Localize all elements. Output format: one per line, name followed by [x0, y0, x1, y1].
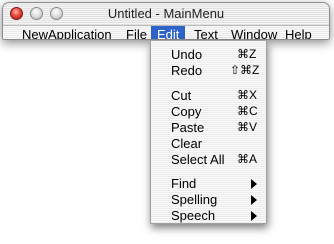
menu-item-label: Clear: [171, 136, 203, 151]
menu-item-find[interactable]: Find: [151, 176, 266, 191]
submenu-arrow-icon: [251, 211, 257, 221]
menu-item-label: Paste: [171, 120, 205, 135]
submenu-arrow-icon: [251, 195, 257, 205]
title-bar[interactable]: Untitled - MainMenu: [3, 3, 329, 25]
menu-text[interactable]: Text: [188, 26, 224, 39]
menu-item-label: Find: [171, 176, 197, 191]
menu-item-select-all[interactable]: Select All ⌘A: [151, 152, 266, 167]
menu-item-label: Speech: [171, 208, 216, 223]
menu-item-paste[interactable]: Paste ⌘V: [151, 120, 266, 135]
app-window: Untitled - MainMenu NewApplication File …: [2, 2, 330, 40]
menu-item-copy[interactable]: Copy ⌘C: [151, 104, 266, 119]
menu-item-label: Spelling: [171, 192, 218, 207]
menu-help[interactable]: Help: [279, 26, 318, 39]
edit-dropdown-menu: Undo ⌘Z Redo ⇧⌘Z Cut ⌘X Copy ⌘C Paste ⌘V…: [150, 41, 267, 224]
shortcut-label: ⌘X: [237, 88, 258, 102]
menu-item-clear[interactable]: Clear: [151, 136, 266, 151]
menu-edit[interactable]: Edit: [151, 26, 186, 39]
menu-item-speech[interactable]: Speech: [151, 208, 266, 223]
shortcut-label: ⌘Z: [237, 47, 257, 61]
shortcut-label: ⇧⌘Z: [230, 63, 260, 77]
menu-newapplication[interactable]: NewApplication: [16, 26, 118, 39]
menu-item-cut[interactable]: Cut ⌘X: [151, 88, 266, 103]
menu-bar: NewApplication File Edit Text Window Hel…: [3, 25, 329, 39]
submenu-arrow-icon: [251, 179, 257, 189]
shortcut-label: ⌘V: [237, 120, 258, 134]
menu-window[interactable]: Window: [225, 26, 283, 39]
menu-item-redo[interactable]: Redo ⇧⌘Z: [151, 63, 266, 78]
menu-item-label: Undo: [171, 47, 203, 62]
menu-file[interactable]: File: [120, 26, 153, 39]
shortcut-label: ⌘A: [237, 152, 258, 166]
menu-item-label: Select All: [171, 152, 225, 167]
window-title: Untitled - MainMenu: [107, 6, 225, 21]
menu-item-spelling[interactable]: Spelling: [151, 192, 266, 207]
shortcut-label: ⌘C: [237, 104, 258, 118]
menu-item-label: Copy: [171, 104, 202, 119]
menu-item-undo[interactable]: Undo ⌘Z: [151, 47, 266, 62]
menu-item-label: Redo: [171, 63, 203, 78]
menu-item-label: Cut: [171, 88, 192, 103]
